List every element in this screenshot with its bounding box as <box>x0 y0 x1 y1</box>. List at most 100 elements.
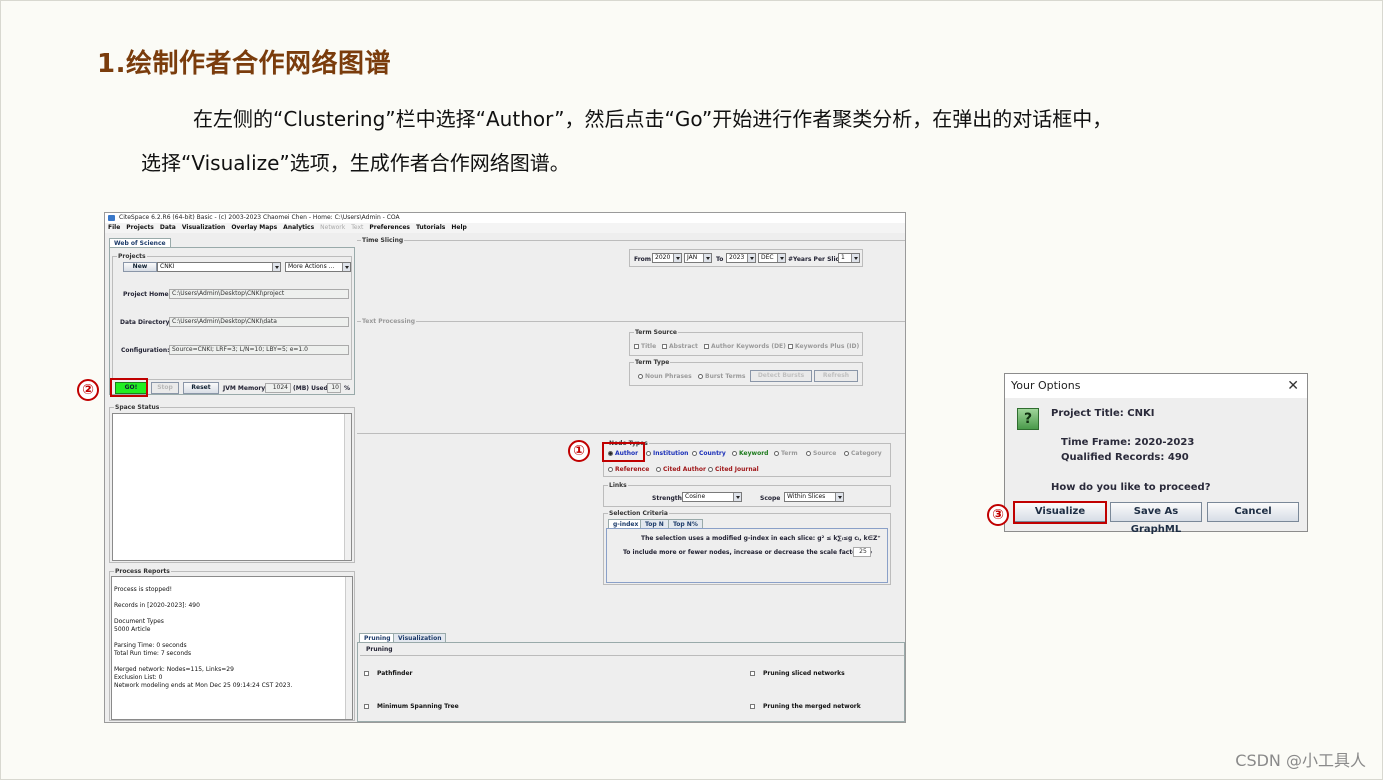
chevron-down-icon <box>851 254 859 262</box>
configuration-field[interactable]: Source=CNKI; LRF=3; L/N=10; LBY=5; e=1.0 <box>169 345 349 355</box>
g-index-panel: The selection uses a modified g-index in… <box>606 528 888 583</box>
menu-analytics[interactable]: Analytics <box>283 223 314 233</box>
slide: 1.绘制作者合作网络图谱 在左侧的“Clustering”栏中选择“Author… <box>0 0 1383 780</box>
checkbox-icon <box>788 344 793 349</box>
time-slicing-row: From 2020 JAN To 2023 DEC #Years Per Sli… <box>629 249 863 267</box>
pruning-sliced-option[interactable]: Pruning sliced networks <box>750 670 845 677</box>
cancel-button[interactable]: Cancel <box>1207 502 1299 522</box>
checkbox-icon <box>750 704 755 709</box>
menu-visualization[interactable]: Visualization <box>182 223 225 233</box>
reset-button[interactable]: Reset <box>183 382 219 394</box>
left-pane: Web of Science Projects New CNKI More Ac… <box>107 235 355 722</box>
term-source-group: Term Source Title Abstract Author Keywor… <box>629 329 863 356</box>
node-type-reference[interactable]: Reference <box>608 466 649 473</box>
menu-preferences[interactable]: Preferences <box>369 223 410 233</box>
strength-select[interactable]: Cosine <box>682 492 742 502</box>
jvm-memory-field: 1024 <box>265 383 291 393</box>
checkbox-icon <box>750 671 755 676</box>
node-type-cited-journal[interactable]: Cited Journal <box>708 466 759 473</box>
from-year-select[interactable]: 2020 <box>652 253 682 263</box>
term-source-author-keywords-option: Author Keywords (DE) <box>704 343 786 350</box>
paragraph-line-2: 选择“Visualize”选项，生成作者合作网络图谱。 <box>141 151 570 175</box>
g-index-description: The selection uses a modified g-index in… <box>641 535 881 542</box>
menu-overlay-maps[interactable]: Overlay Maps <box>231 223 277 233</box>
right-pane: Time Slicing From 2020 JAN To 2023 DEC #… <box>357 235 905 722</box>
pruning-panel: Pruning Pathfinder Pruning sliced networ… <box>357 642 905 722</box>
visualize-highlight-box <box>1013 501 1107 524</box>
save-as-graphml-button[interactable]: Save As GraphML <box>1110 502 1202 535</box>
time-slicing-group: Time Slicing From 2020 JAN To 2023 DEC #… <box>357 237 905 320</box>
term-type-group: Term Type Noun Phrases Burst Terms Detec… <box>629 359 863 386</box>
pruning-title: Pruning <box>366 646 393 653</box>
node-type-source[interactable]: Source <box>806 450 836 457</box>
chevron-down-icon <box>747 254 755 262</box>
to-year-select[interactable]: 2023 <box>726 253 756 263</box>
selection-criteria-group: Selection Criteria g-index Top N Top N% … <box>603 510 891 585</box>
menu-text: Text <box>351 224 364 231</box>
dialog-time-frame: Time Frame: 2020-2023 <box>1061 437 1195 448</box>
chevron-down-icon <box>342 263 350 271</box>
term-type-noun-phrases-option: Noun Phrases <box>638 373 692 380</box>
dialog-qualified-records: Qualified Records: 490 <box>1061 452 1189 463</box>
radio-icon <box>698 374 703 379</box>
from-month-select[interactable]: JAN <box>684 253 712 263</box>
projects-title: Projects <box>117 253 147 260</box>
scrollbar[interactable] <box>344 414 351 560</box>
go-highlight-box <box>110 378 148 397</box>
data-directory-field[interactable]: C:\Users\Admin\Desktop\CNKI\data <box>169 317 349 327</box>
radio-icon <box>608 467 613 472</box>
menu-projects[interactable]: Projects <box>126 223 154 233</box>
pruning-merged-option[interactable]: Pruning the merged network <box>750 703 861 710</box>
percent-label: % <box>344 385 351 392</box>
pathfinder-option[interactable]: Pathfinder <box>364 670 412 677</box>
years-per-slice-label: #Years Per Slice <box>788 256 844 263</box>
config-area: Node Types Author Institution Country Ke… <box>357 433 905 632</box>
time-slicing-title: Time Slicing <box>361 237 405 244</box>
chevron-down-icon <box>835 493 843 501</box>
wos-panel: Projects New CNKI More Actions ... Proje… <box>109 247 355 395</box>
more-actions-select[interactable]: More Actions ... <box>285 262 351 272</box>
node-type-category[interactable]: Category <box>844 450 882 457</box>
new-project-button[interactable]: New <box>123 262 157 272</box>
paragraph-line-1: 在左侧的“Clustering”栏中选择“Author”，然后点击“Go”开始进… <box>193 107 1113 131</box>
menu-file[interactable]: File <box>108 223 120 233</box>
radio-icon <box>774 451 779 456</box>
selection-criteria-title: Selection Criteria <box>608 510 669 517</box>
step-1-badge: ① <box>568 440 590 462</box>
space-status-area[interactable] <box>112 413 352 561</box>
to-month-select[interactable]: DEC <box>758 253 786 263</box>
radio-icon <box>656 467 661 472</box>
scope-select[interactable]: Within Slices <box>784 492 844 502</box>
question-icon: ? <box>1017 408 1039 430</box>
years-per-slice-select[interactable]: 1 <box>838 253 860 263</box>
process-reports-group: Process Reports Process is stopped! Reco… <box>109 568 355 721</box>
term-source-keywords-plus-option: Keywords Plus (ID) <box>788 343 859 350</box>
node-type-country[interactable]: Country <box>692 450 726 457</box>
process-reports-area[interactable]: Process is stopped! Records in [2020-202… <box>111 576 353 720</box>
menu-data[interactable]: Data <box>160 223 176 233</box>
citespace-app-icon <box>108 215 115 221</box>
checkbox-icon <box>704 344 709 349</box>
detect-bursts-button: Detect Bursts <box>750 370 812 382</box>
menubar: File Projects Data Visualization Overlay… <box>105 223 905 233</box>
dialog-title: Your Options <box>1011 379 1081 392</box>
close-icon[interactable]: ✕ <box>1287 374 1299 398</box>
process-reports-title: Process Reports <box>114 568 171 575</box>
menu-tutorials[interactable]: Tutorials <box>416 223 445 233</box>
dialog-question: How do you like to proceed? <box>1051 482 1211 493</box>
project-select[interactable]: CNKI <box>157 262 281 272</box>
menu-network: Network <box>320 224 346 231</box>
checkbox-icon <box>662 344 667 349</box>
scrollbar[interactable] <box>345 577 352 719</box>
mst-option[interactable]: Minimum Spanning Tree <box>364 703 459 710</box>
node-type-institution[interactable]: Institution <box>646 450 688 457</box>
scale-factor-input[interactable]: 25 <box>853 547 871 557</box>
slide-heading: 1.绘制作者合作网络图谱 <box>97 49 391 79</box>
node-type-cited-author[interactable]: Cited Author <box>656 466 706 473</box>
menu-help[interactable]: Help <box>451 223 466 233</box>
citespace-window: CiteSpace 6.2.R6 (64-bit) Basic - (c) 20… <box>104 212 906 723</box>
chevron-down-icon <box>673 254 681 262</box>
node-type-keyword[interactable]: Keyword <box>732 450 768 457</box>
links-group: Links Strength Cosine Scope Within Slice… <box>603 482 891 507</box>
project-home-field[interactable]: C:\Users\Admin\Desktop\CNKI\project <box>169 289 349 299</box>
